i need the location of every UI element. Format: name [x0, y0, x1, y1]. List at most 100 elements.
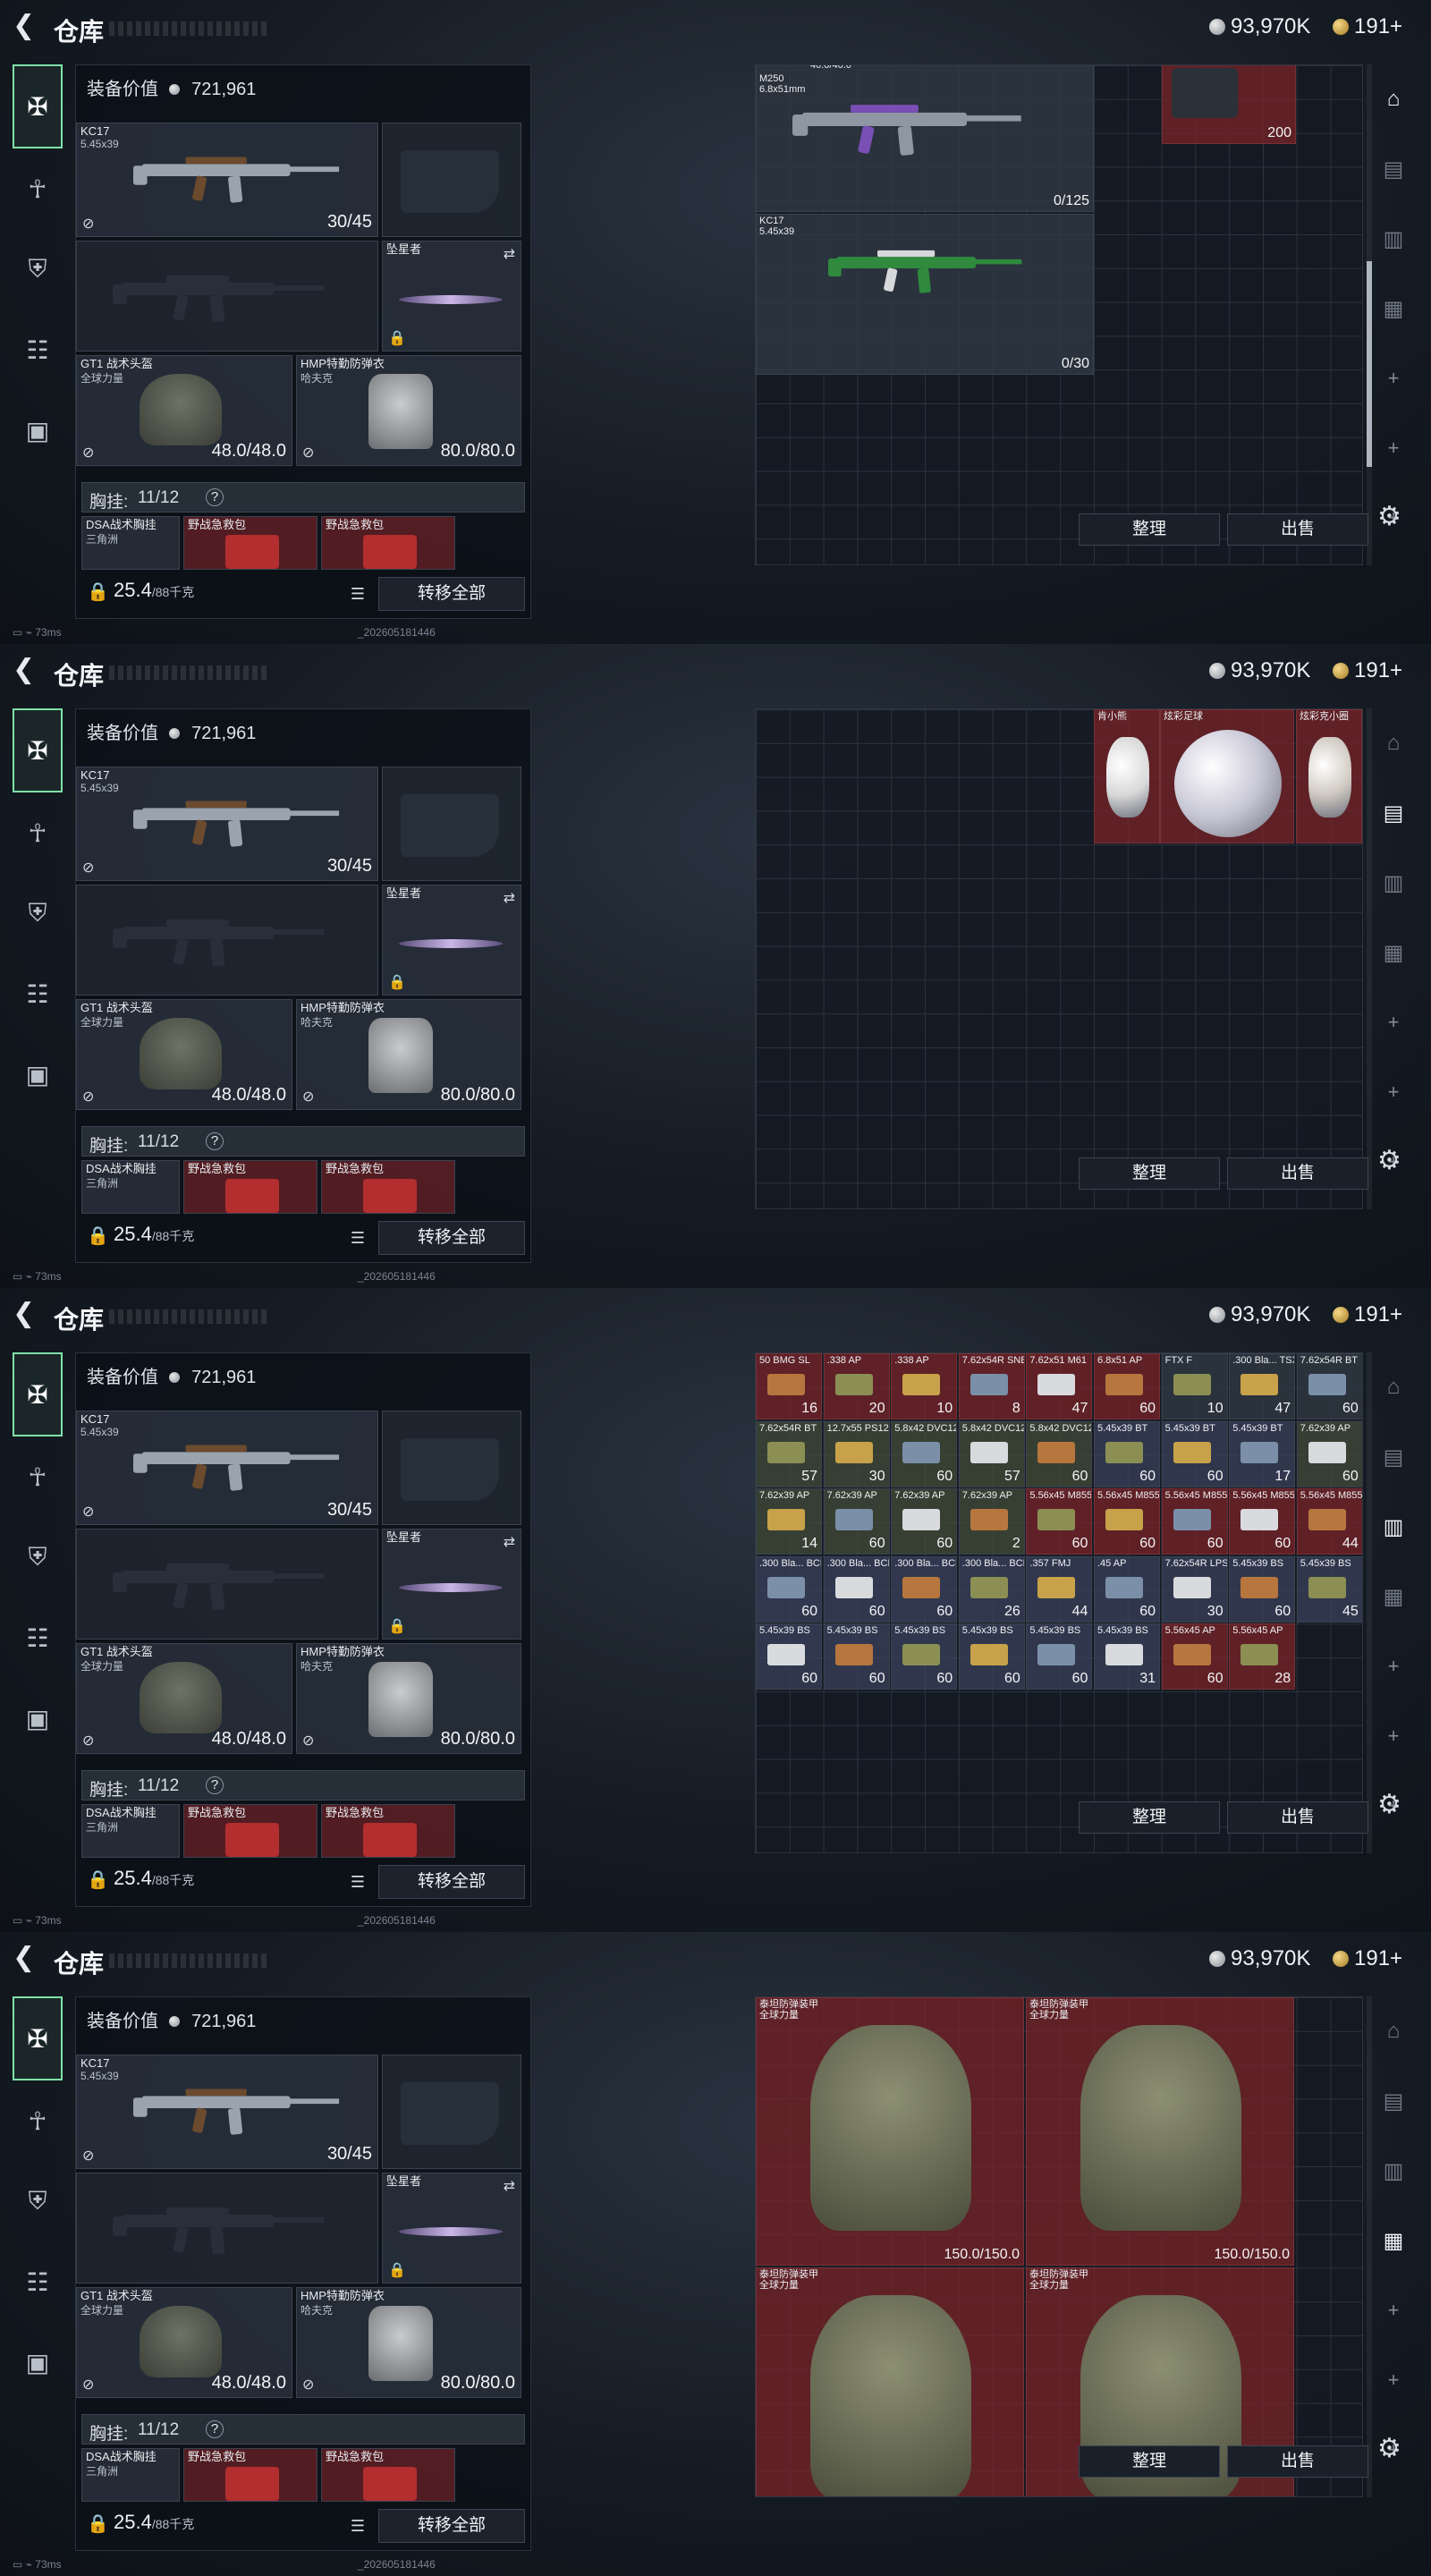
- storage-item[interactable]: 5.45x39 BS 60: [756, 1623, 822, 1690]
- storage-item[interactable]: 7.62x39 AP 60: [1296, 1420, 1362, 1487]
- storage-item[interactable]: 泰坦防弹装甲 全球力量: [756, 2267, 1024, 2496]
- long-weapon-slot[interactable]: [76, 241, 378, 352]
- storage-item[interactable]: FTX F 10: [1161, 1353, 1228, 1419]
- tab-storage-3-icon[interactable]: ▥: [1374, 204, 1413, 274]
- storage-grid[interactable]: 50 BMG SL 16 .338 AP 20 .338 AP 10 7.62x54R SN…: [755, 1352, 1363, 1853]
- secondary-weapon-slot[interactable]: [382, 1411, 521, 1525]
- back-arrow-icon[interactable]: ❮: [13, 1945, 43, 1975]
- swap-icon[interactable]: ⇄: [504, 2177, 515, 2195]
- chest-item[interactable]: 野战急救包: [183, 1160, 318, 1214]
- storage-grid[interactable]: 40.0/40.0 M250 6.8x51mm 0/125 KC17 5.45x39 0…: [755, 64, 1363, 565]
- tab-clipboard[interactable]: ☷: [13, 1597, 63, 1678]
- tab-armor[interactable]: ⛨: [13, 1517, 63, 1597]
- tab-vest[interactable]: ☥: [13, 792, 63, 873]
- helmet-slot[interactable]: GT1 战术头盔 全球力量 ⊘ 48.0/48.0: [76, 1643, 292, 1754]
- warehouse-icon[interactable]: ⌂: [1374, 1352, 1413, 1422]
- chest-rig-bar[interactable]: 胸挂: 11/12 ?: [81, 1770, 525, 1801]
- help-icon[interactable]: ?: [206, 1776, 224, 1794]
- tab-storage-2-icon[interactable]: ▤: [1374, 134, 1413, 204]
- chest-item[interactable]: DSA战术胸挂 三角洲: [81, 516, 180, 570]
- storage-item[interactable]: 5.56x45 M855 60: [1026, 1488, 1093, 1555]
- sort-button[interactable]: 整理: [1079, 513, 1220, 546]
- primary-weapon-slot[interactable]: KC17 5.45x39 ⊘ 30/45: [76, 1411, 378, 1525]
- transfer-all-button[interactable]: 转移全部: [378, 1221, 525, 1255]
- storage-item[interactable]: 7.62x51 M61 47: [1026, 1353, 1093, 1419]
- storage-grid[interactable]: 肯小熊 炫彩足球 炫彩克小圈: [755, 708, 1363, 1209]
- armor-slot[interactable]: HMP特勤防弹衣 哈夫克 ⊘ 80.0/80.0: [296, 2287, 521, 2398]
- chest-rig-bar[interactable]: 胸挂: 11/12 ?: [81, 1126, 525, 1157]
- tab-armor[interactable]: ⛨: [13, 873, 63, 953]
- storage-item[interactable]: 5.45x39 BT 60: [1094, 1420, 1160, 1487]
- sort-button[interactable]: 整理: [1079, 1801, 1220, 1834]
- swap-icon[interactable]: ⇄: [504, 1533, 515, 1551]
- tab-clipboard[interactable]: ☷: [13, 953, 63, 1034]
- storage-item[interactable]: 5.8x42 DVC12 57: [958, 1420, 1025, 1487]
- chest-item[interactable]: 野战急救包: [183, 2448, 318, 2502]
- plus-icon[interactable]: +: [1374, 1057, 1413, 1127]
- tab-storage-3-icon[interactable]: ▥: [1374, 1492, 1413, 1562]
- long-weapon-slot[interactable]: [76, 1529, 378, 1640]
- gold-currency[interactable]: 191+: [1333, 14, 1402, 39]
- plus-icon[interactable]: +: [1374, 987, 1413, 1057]
- chest-item[interactable]: DSA战术胸挂 三角洲: [81, 2448, 180, 2502]
- storage-item[interactable]: 5.56x45 AP 60: [1161, 1623, 1228, 1690]
- storage-item[interactable]: .300 Bla... BCP FMJ 60: [756, 1555, 822, 1623]
- gold-currency[interactable]: 191+: [1333, 1302, 1402, 1327]
- tab-weapons[interactable]: ✠: [13, 64, 63, 148]
- storage-item[interactable]: 7.62x39 AP 60: [891, 1488, 958, 1555]
- armor-slot[interactable]: HMP特勤防弹衣 哈夫克 ⊘ 80.0/80.0: [296, 999, 521, 1110]
- plus-icon[interactable]: +: [1374, 343, 1413, 413]
- storage-scrollbar[interactable]: [1367, 708, 1372, 1209]
- list-icon[interactable]: ☰: [343, 580, 373, 607]
- long-weapon-slot[interactable]: [76, 2173, 378, 2284]
- back-arrow-icon[interactable]: ❮: [13, 13, 43, 43]
- tab-vest[interactable]: ☥: [13, 2080, 63, 2161]
- storage-item[interactable]: 5.45x39 BS 60: [823, 1623, 890, 1690]
- gear-icon[interactable]: ⚙: [1377, 1789, 1401, 1820]
- tab-weapons[interactable]: ✠: [13, 1352, 63, 1436]
- long-weapon-slot[interactable]: [76, 885, 378, 996]
- chest-item[interactable]: 野战急救包: [321, 1160, 455, 1214]
- swap-icon[interactable]: ⇄: [504, 889, 515, 907]
- storage-item[interactable]: 6.8x51 AP 60: [1094, 1353, 1160, 1419]
- scroll-thumb[interactable]: [1367, 261, 1372, 467]
- transfer-all-button[interactable]: 转移全部: [378, 577, 525, 611]
- tab-clipboard[interactable]: ☷: [13, 2241, 63, 2322]
- storage-item[interactable]: .300 Bla... TSX 47: [1229, 1353, 1296, 1419]
- storage-item[interactable]: 5.45x39 BT 17: [1229, 1420, 1296, 1487]
- warehouse-icon[interactable]: ⌂: [1374, 708, 1413, 778]
- list-icon[interactable]: ☰: [343, 1224, 373, 1251]
- chest-item[interactable]: DSA战术胸挂 三角洲: [81, 1804, 180, 1858]
- warehouse-icon[interactable]: ⌂: [1374, 64, 1413, 134]
- help-icon[interactable]: ?: [206, 1132, 224, 1150]
- secondary-weapon-slot[interactable]: [382, 123, 521, 237]
- chest-item[interactable]: 野战急救包: [321, 2448, 455, 2502]
- primary-weapon-slot[interactable]: KC17 5.45x39 ⊘ 30/45: [76, 2055, 378, 2169]
- storage-item[interactable]: 5.45x39 BT 60: [1161, 1420, 1228, 1487]
- storage-item[interactable]: .45 AP 60: [1094, 1555, 1160, 1623]
- tab-weapons[interactable]: ✠: [13, 708, 63, 792]
- storage-item[interactable]: .338 AP 20: [823, 1353, 890, 1419]
- storage-item[interactable]: 5.45x39 BS 31: [1094, 1623, 1160, 1690]
- storage-item[interactable]: 5.56x45 M855 60: [1094, 1488, 1160, 1555]
- plus-icon[interactable]: +: [1374, 413, 1413, 483]
- chest-item[interactable]: 野战急救包: [183, 1804, 318, 1858]
- gear-icon[interactable]: ⚙: [1377, 501, 1401, 532]
- tab-case[interactable]: ▣: [13, 1678, 63, 1758]
- helmet-slot[interactable]: GT1 战术头盔 全球力量 ⊘ 48.0/48.0: [76, 999, 292, 1110]
- plus-icon[interactable]: +: [1374, 2275, 1413, 2345]
- storage-item[interactable]: 5.45x39 BS 45: [1296, 1555, 1362, 1623]
- tab-storage-4-icon[interactable]: ▦: [1374, 274, 1413, 343]
- storage-item[interactable]: 5.56x45 AP 28: [1229, 1623, 1296, 1690]
- tab-storage-4-icon[interactable]: ▦: [1374, 1562, 1413, 1631]
- tab-storage-4-icon[interactable]: ▦: [1374, 2206, 1413, 2275]
- plus-icon[interactable]: +: [1374, 1631, 1413, 1701]
- storage-item[interactable]: 7.62x54R SNB 8: [958, 1353, 1025, 1419]
- armor-slot[interactable]: HMP特勤防弹衣 哈夫克 ⊘ 80.0/80.0: [296, 1643, 521, 1754]
- storage-item[interactable]: 5.56x45 M855 44: [1296, 1488, 1362, 1555]
- storage-scrollbar[interactable]: [1367, 64, 1372, 565]
- tab-storage-2-icon[interactable]: ▤: [1374, 2066, 1413, 2136]
- storage-item[interactable]: 7.62x54R LPS 30: [1161, 1555, 1228, 1623]
- storage-item[interactable]: 7.62x39 AP 60: [823, 1488, 890, 1555]
- storage-item[interactable]: 肯小熊: [1094, 709, 1160, 843]
